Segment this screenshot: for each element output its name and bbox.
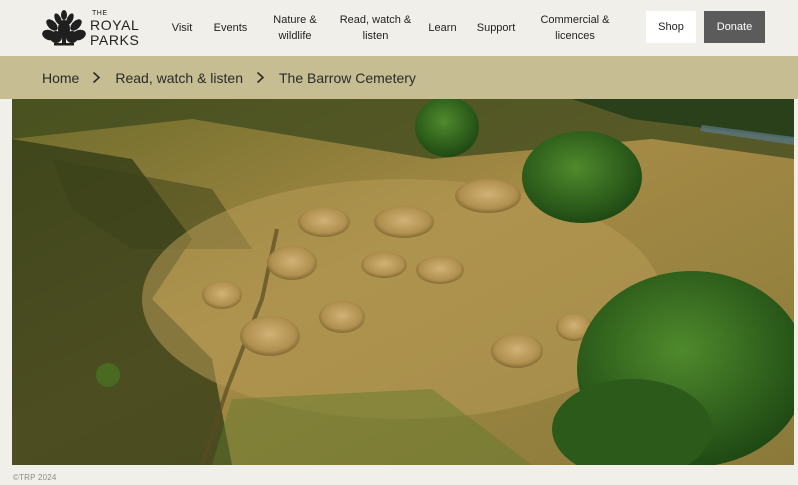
nav-read-watch-listen[interactable]: Read, watch & listen bbox=[339, 0, 412, 56]
nav-visit[interactable]: Visit bbox=[164, 0, 200, 56]
nav-commercial-licences[interactable]: Commercial & licences bbox=[535, 0, 615, 56]
breadcrumb: Home Read, watch & listen The Barrow Cem… bbox=[0, 56, 798, 99]
breadcrumb-home[interactable]: Home bbox=[42, 70, 79, 86]
royal-parks-logo[interactable]: THE ROYAL PARKS bbox=[42, 8, 139, 48]
logo-parks: PARKS bbox=[90, 31, 140, 48]
logo-royal: ROYAL bbox=[90, 16, 140, 33]
nav-nature-wildlife[interactable]: Nature & wildlife bbox=[265, 0, 325, 56]
site-header: THE ROYAL PARKS Visit Events Nature & wi… bbox=[0, 0, 798, 56]
breadcrumb-read-watch-listen[interactable]: Read, watch & listen bbox=[115, 70, 243, 86]
chevron-right-icon bbox=[93, 71, 101, 84]
donate-button[interactable]: Donate bbox=[704, 11, 765, 43]
royal-parks-crest-icon bbox=[42, 10, 86, 46]
hero-image bbox=[12, 99, 794, 465]
breadcrumb-current-page: The Barrow Cemetery bbox=[278, 69, 416, 86]
nav-events[interactable]: Events bbox=[209, 0, 252, 56]
logo-the: THE bbox=[92, 9, 108, 17]
nav-learn[interactable]: Learn bbox=[423, 0, 462, 56]
logo-wordmark: THE ROYAL PARKS bbox=[90, 10, 139, 47]
nav-support[interactable]: Support bbox=[472, 0, 520, 56]
shop-button[interactable]: Shop bbox=[646, 11, 696, 43]
barrow-cemetery-aerial-photo bbox=[12, 99, 794, 465]
image-copyright: ©TRP 2024 bbox=[13, 473, 57, 482]
chevron-right-icon bbox=[256, 71, 265, 84]
